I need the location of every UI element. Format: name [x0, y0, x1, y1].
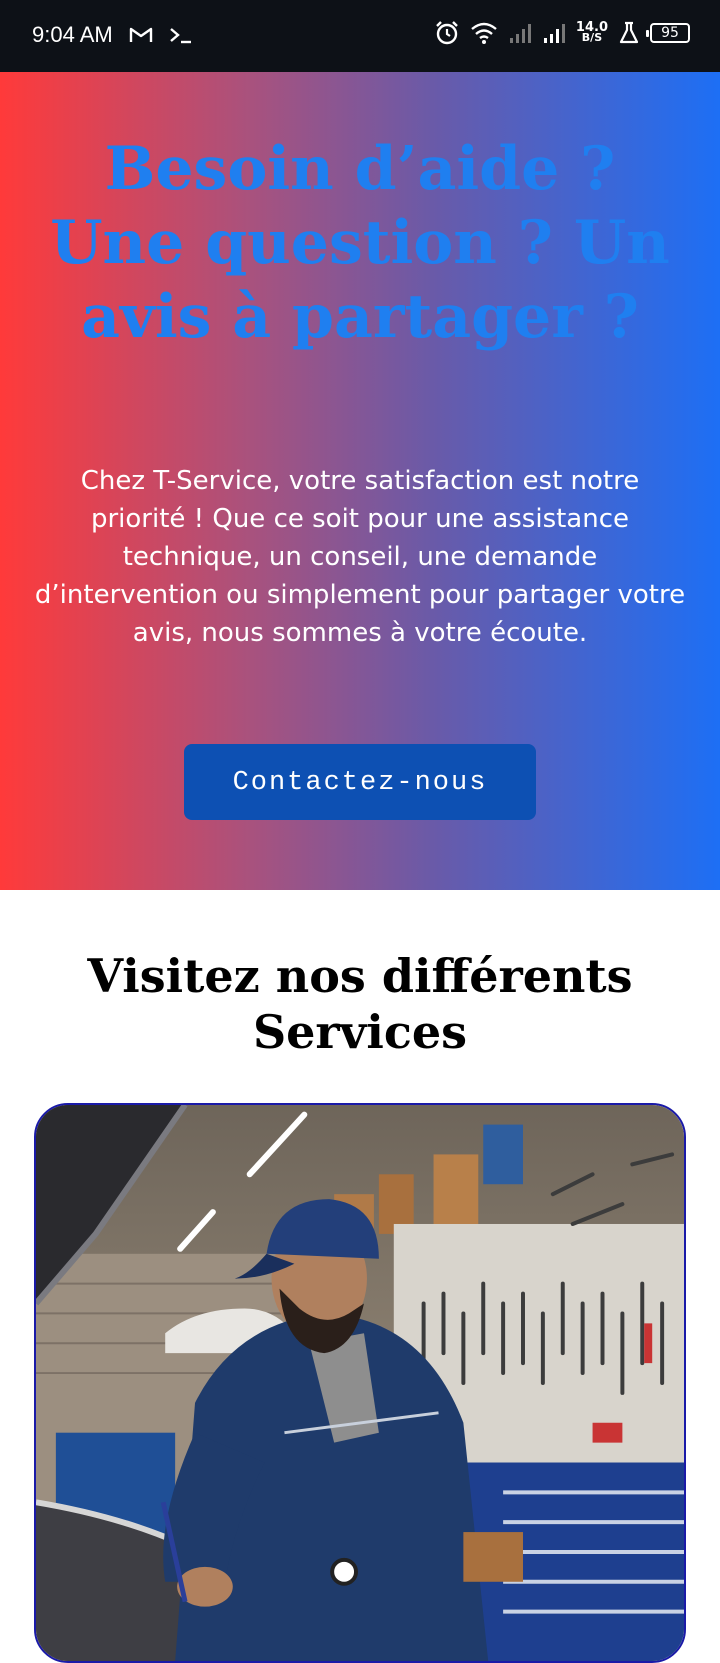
network-speed: 14.0 B/S	[576, 21, 608, 44]
hero-title: Besoin d’aide ? Une question ? Un avis à…	[50, 134, 670, 352]
alarm-icon	[434, 20, 460, 46]
hero-description: Chez T-Service, votre satisfaction est n…	[34, 466, 686, 648]
battery-level: 95	[661, 25, 679, 41]
battery-icon: 95	[646, 23, 690, 43]
gmail-icon	[129, 26, 153, 44]
hero-section: Besoin d’aide ? Une question ? Un avis à…	[0, 72, 720, 890]
services-title: Visitez nos différents Services	[87, 949, 633, 1059]
status-time: 9:04 AM	[32, 22, 113, 47]
mechanic-photo	[36, 1105, 684, 1661]
network-speed-unit: B/S	[581, 31, 603, 44]
signal-icon-sim2	[542, 22, 566, 44]
wifi-icon	[470, 21, 498, 45]
service-card[interactable]	[34, 1103, 686, 1663]
contact-button[interactable]: Contactez-nous	[184, 744, 536, 820]
terminal-icon	[169, 26, 193, 44]
signal-icon-sim1	[508, 22, 532, 44]
flask-icon	[618, 21, 640, 45]
status-bar: 9:04 AM 14.0 B/S 95	[0, 0, 720, 72]
